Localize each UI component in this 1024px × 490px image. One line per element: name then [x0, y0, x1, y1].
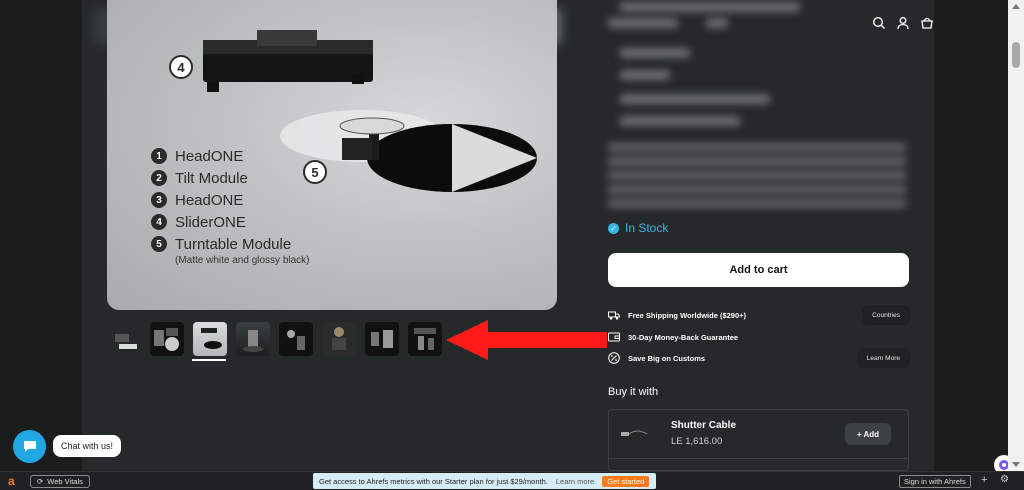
scroll-down-arrow[interactable]: [1012, 462, 1020, 467]
scroll-up-arrow[interactable]: [1012, 4, 1020, 9]
chat-button[interactable]: [13, 430, 46, 463]
perk-guarantee: 30-Day Money-Back Guarantee: [608, 331, 738, 343]
callout-badge-4: 4: [169, 55, 193, 79]
promo-text: Get access to Ahrefs metrics with our St…: [319, 476, 548, 486]
ahrefs-logo[interactable]: a: [8, 474, 15, 488]
perk-text: 30-Day Money-Back Guarantee: [628, 332, 739, 342]
addon-name: Shutter Cable: [671, 420, 737, 431]
percent-icon: [608, 352, 620, 364]
web-vitals-button[interactable]: ⟳ Web Vitals: [30, 475, 90, 488]
legend-number: 5: [151, 236, 167, 252]
divider: [609, 458, 908, 459]
blurred-text: [620, 48, 690, 58]
product-main-image[interactable]: 4 5 1 HeadONE 2 Tilt Module 3 HeadONE 4 Slid…: [107, 0, 557, 310]
stock-label: In Stock: [625, 221, 669, 235]
legend-label: Tilt Module: [175, 169, 248, 187]
blurred-text: [620, 70, 670, 80]
account-icon[interactable]: [896, 16, 910, 30]
blurred-text: [608, 18, 678, 28]
chat-prompt[interactable]: Chat with us!: [53, 435, 122, 457]
legend-item: 5 Turntable Module: [151, 233, 310, 255]
perk-customs: Save Big on Customs: [608, 352, 705, 364]
legend-label: SliderONE: [175, 213, 246, 231]
perk-text: Save Big on Customs: [628, 353, 706, 363]
thumbnail-7[interactable]: [365, 322, 399, 356]
sign-in-button[interactable]: Sign in with Ahrefs: [899, 475, 971, 488]
thumbnail-6[interactable]: [322, 322, 356, 356]
blurred-text: [620, 2, 800, 12]
webpage: 4 5 1 HeadONE 2 Tilt Module 3 HeadONE 4 Slid…: [0, 0, 1024, 471]
addon-price: LE 1,616.00: [671, 436, 723, 447]
legend-number: 1: [151, 148, 167, 164]
blurred-text: [706, 18, 728, 28]
active-thumbnail-indicator: [192, 359, 226, 361]
plus-icon[interactable]: +: [981, 474, 987, 486]
header-icons: [872, 16, 934, 30]
blurred-description: [608, 143, 906, 209]
perk-shipping: Free Shipping Worldwide ($290+): [608, 309, 746, 321]
scrollbar[interactable]: [1008, 0, 1024, 471]
learn-more-button[interactable]: Learn More: [856, 348, 910, 368]
legend-item: 4 SliderONE: [151, 211, 310, 233]
thumbnail-8[interactable]: [408, 322, 442, 356]
legend-item: 3 HeadONE: [151, 189, 310, 211]
buy-it-with-heading: Buy it with: [608, 386, 659, 398]
legend-item: 2 Tilt Module: [151, 167, 310, 189]
legend-note: (Matte white and glossy black): [175, 255, 310, 266]
promo-banner: Get access to Ahrefs metrics with our St…: [313, 473, 656, 489]
thumbnail-5[interactable]: [279, 322, 313, 356]
legend-number: 2: [151, 170, 167, 186]
settings-icon[interactable]: ⚙: [1000, 474, 1009, 485]
blurred-text: [620, 94, 770, 104]
stock-status: ✓ In Stock: [608, 221, 668, 235]
scroll-thumb[interactable]: [1012, 42, 1020, 68]
addon-card: Shutter Cable LE 1,616.00 + Add: [608, 409, 909, 471]
legend-label: Turntable Module: [175, 235, 292, 253]
thumbnail-3-active[interactable]: [193, 322, 227, 356]
red-arrow-annotation: [446, 320, 607, 360]
learn-more-link[interactable]: Learn more: [556, 477, 594, 486]
cart-icon[interactable]: [920, 16, 934, 30]
add-addon-button[interactable]: + Add: [845, 423, 891, 445]
cable-image: [621, 430, 648, 436]
thumbnail-1[interactable]: [107, 322, 141, 356]
search-icon[interactable]: [872, 16, 886, 30]
blurred-text: [620, 116, 740, 126]
truck-icon: [608, 309, 620, 321]
legend-number: 3: [151, 192, 167, 208]
get-started-button[interactable]: Get started: [602, 475, 650, 487]
check-icon: ✓: [608, 222, 619, 234]
thumbnail-2[interactable]: [150, 322, 184, 356]
perk-text: Free Shipping Worldwide ($290+): [628, 310, 747, 320]
countries-button[interactable]: Countries: [862, 305, 910, 325]
thumbnail-strip: [107, 322, 442, 356]
chat-icon: [23, 441, 36, 452]
component-legend: 1 HeadONE 2 Tilt Module 3 HeadONE 4 SliderON…: [151, 145, 310, 266]
wallet-icon: [608, 331, 620, 343]
legend-item: 1 HeadONE: [151, 145, 310, 167]
legend-number: 4: [151, 214, 167, 230]
legend-label: HeadONE: [175, 147, 244, 165]
refresh-icon: ⟳: [37, 477, 44, 486]
add-to-cart-button[interactable]: Add to cart: [608, 253, 909, 287]
legend-label: HeadONE: [175, 191, 244, 209]
thumbnail-4[interactable]: [236, 322, 270, 356]
ahrefs-toolbar: a ⟳ Web Vitals Get access to Ahrefs metr…: [0, 471, 1024, 490]
web-vitals-label: Web Vitals: [47, 477, 83, 486]
